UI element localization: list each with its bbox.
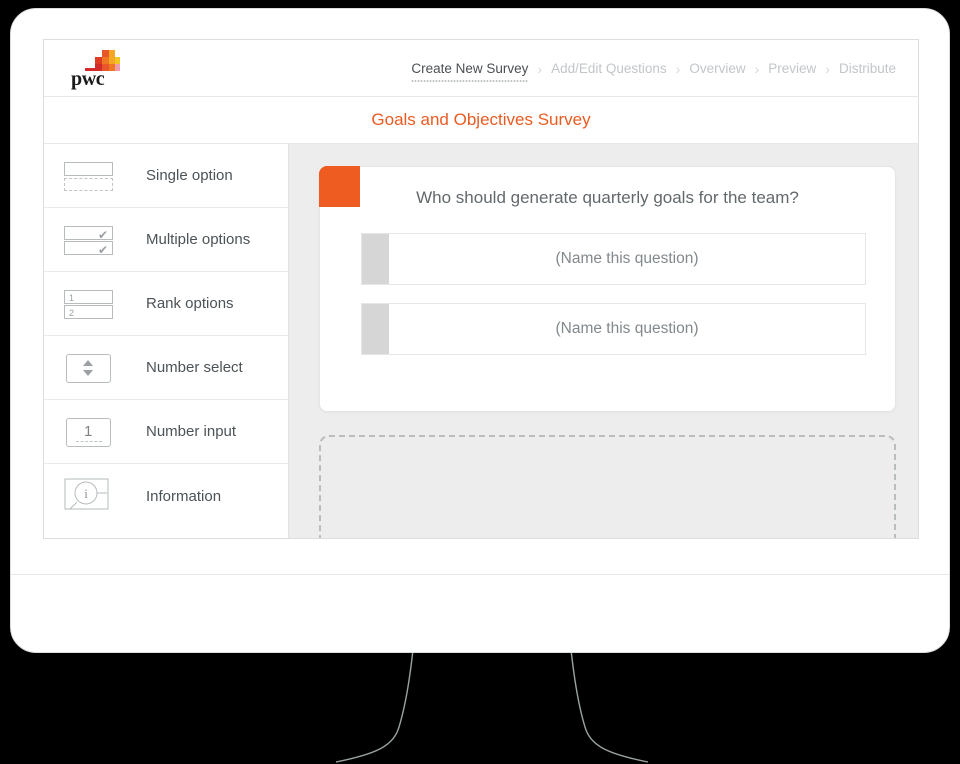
sidebar-item-multiple-options[interactable]: ✔ ✔ Multiple options [44,208,288,272]
number-input-underline [76,440,102,442]
breadcrumb-item-overview[interactable]: Overview [689,61,745,76]
sidebar-item-label: Number select [146,359,243,376]
app-screen: pwc Create New Survey › Add/Edit Questio… [43,39,919,539]
caret-up-icon [83,359,93,366]
number-input-value: 1 [84,422,93,440]
pwc-logo: pwc [71,48,135,92]
breadcrumb: Create New Survey › Add/Edit Questions ›… [411,40,896,97]
survey-canvas: Who should generate quarterly goals for … [289,144,918,538]
answer-row[interactable]: (Name this question) [361,233,866,285]
question-title: Who should generate quarterly goals for … [416,188,799,207]
question-dropzone[interactable] [319,435,896,538]
sidebar-item-information[interactable]: i Information [44,464,288,528]
answer-input[interactable]: (Name this question) [389,304,865,354]
survey-title-bar: Goals and Objectives Survey [44,97,918,144]
sidebar-item-single-option[interactable]: Single option [44,144,288,208]
page-title: Goals and Objectives Survey [371,110,591,129]
pwc-logo-text: pwc [71,68,105,90]
check-icon: ✔ [98,227,109,242]
sidebar-item-label: Number input [146,423,237,440]
breadcrumb-separator-icon: › [825,60,830,77]
sidebar-item-number-input[interactable]: 1 Number input [44,400,288,464]
screenshot-stage: pwc Create New Survey › Add/Edit Questio… [0,0,960,764]
sidebar-item-label: Rank options [146,295,234,312]
app-body: Single option ✔ ✔ Multiple options 1 2 R… [44,144,918,538]
monitor-divider [11,574,949,575]
breadcrumb-separator-icon: › [537,60,543,77]
drag-handle[interactable] [362,234,389,284]
breadcrumb-item-create-new-survey[interactable]: Create New Survey [411,61,529,82]
drag-handle[interactable] [362,304,389,354]
rank-number-2: 2 [69,307,75,318]
rank-number-1: 1 [69,292,75,303]
check-icon: ✔ [98,242,109,257]
single-option-icon [60,156,116,196]
breadcrumb-separator-icon: › [754,60,760,77]
number-select-icon [60,348,116,388]
sidebar-item-number-select[interactable]: Number select [44,336,288,400]
monitor-stand [335,640,649,763]
answer-row[interactable]: (Name this question) [361,303,866,355]
breadcrumb-item-add-edit-questions[interactable]: Add/Edit Questions [551,61,667,76]
sidebar-item-label: Information [146,487,222,505]
answer-list: (Name this question) (Name this question… [361,233,866,373]
breadcrumb-separator-icon: › [675,60,681,77]
sidebar-item-label: Single option [146,167,233,184]
number-input-icon: 1 [60,412,116,452]
monitor-frame: pwc Create New Survey › Add/Edit Questio… [10,8,950,653]
app-header: pwc Create New Survey › Add/Edit Questio… [44,40,918,97]
rank-options-icon: 1 2 [60,284,116,324]
sidebar-item-rank-options[interactable]: 1 2 Rank options [44,272,288,336]
multiple-options-icon: ✔ ✔ [60,220,116,260]
sidebar-item-label: Multiple options [146,231,251,248]
caret-down-icon [83,369,93,376]
information-icon-glyph: i [64,478,109,510]
breadcrumb-item-preview[interactable]: Preview [768,61,816,76]
breadcrumb-item-distribute[interactable]: Distribute [839,61,896,76]
question-type-sidebar: Single option ✔ ✔ Multiple options 1 2 R… [44,144,289,538]
information-icon: i [60,476,116,516]
question-card[interactable]: Who should generate quarterly goals for … [319,166,896,412]
answer-input[interactable]: (Name this question) [389,234,865,284]
svg-text:i: i [84,486,88,501]
